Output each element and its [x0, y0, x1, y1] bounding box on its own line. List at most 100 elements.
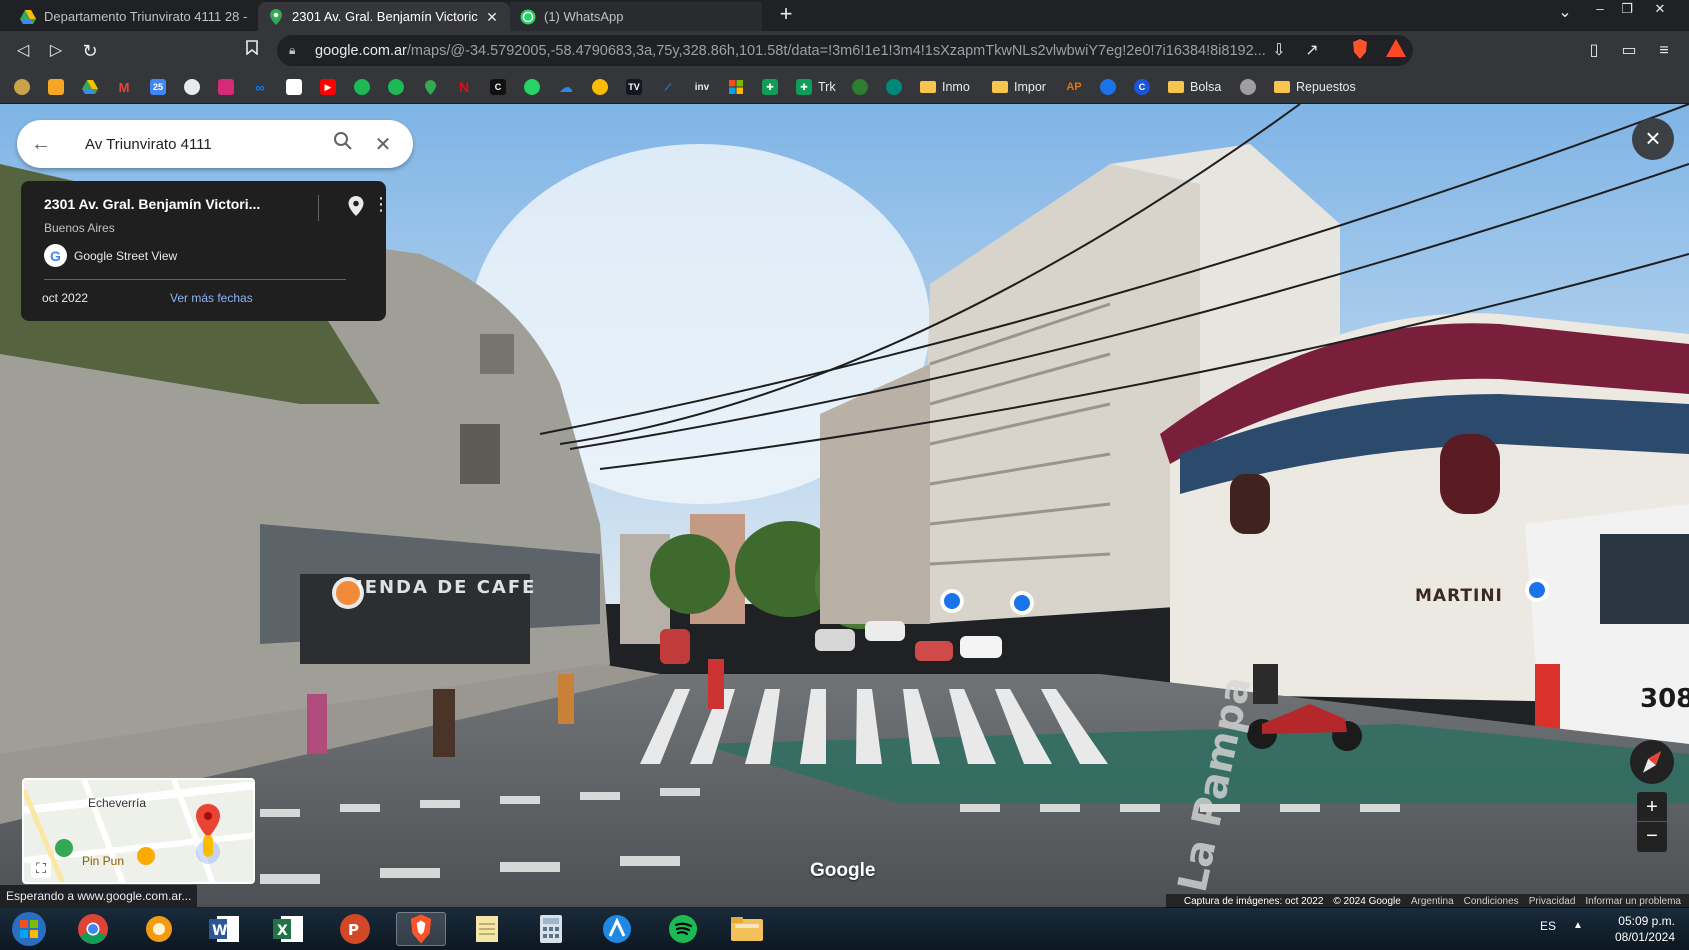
clear-search-icon[interactable]: ✕	[363, 132, 403, 157]
restore-icon[interactable]: ❐	[1612, 0, 1642, 18]
place-marker[interactable]	[940, 589, 964, 613]
taskbar-notepad[interactable]	[462, 912, 512, 946]
report-problem-link[interactable]: Informar un problema	[1585, 896, 1681, 907]
privacy-link[interactable]: Privacidad	[1529, 896, 1576, 907]
google-maps-icon	[268, 8, 284, 25]
folder-inmo[interactable]: Inmo	[920, 78, 970, 96]
location-title: 2301 Av. Gral. Benjamín Victori...	[44, 196, 261, 212]
tab-departamento[interactable]: Departamento Triunvirato 4111 28 - G	[10, 2, 258, 31]
bookmark-youtube[interactable]: ▶	[320, 78, 336, 96]
bookmark-tradingview[interactable]: TV	[626, 78, 642, 96]
bookmark-whatsapp[interactable]	[524, 78, 540, 96]
folder-repuestos[interactable]: Repuestos	[1274, 78, 1356, 96]
bookmark-inv[interactable]: inv	[694, 78, 710, 96]
tab-search-chevron-icon[interactable]: ⌄	[1550, 4, 1580, 22]
start-button[interactable]	[4, 912, 54, 946]
taskbar-explorer[interactable]	[722, 912, 772, 946]
more-dates-link[interactable]: Ver más fechas	[170, 291, 253, 305]
map-pin-icon[interactable]	[348, 196, 366, 218]
lock-place-marker[interactable]	[1010, 591, 1034, 615]
bookmark-c[interactable]: C	[490, 78, 506, 96]
bookmark-photos[interactable]	[286, 78, 302, 96]
taskbar-brave[interactable]	[396, 912, 446, 946]
brave-rewards-icon[interactable]	[1384, 39, 1408, 63]
forward-icon[interactable]: ▷	[44, 39, 68, 63]
search-box[interactable]: ← Av Triunvirato 4111 ✕	[17, 120, 413, 168]
back-icon[interactable]: ◁	[11, 39, 35, 63]
bookmark-label: Inmo	[942, 80, 970, 94]
taskbar-chrome[interactable]	[68, 912, 118, 946]
bookmark-2[interactable]	[48, 78, 64, 96]
bookmark-netflix[interactable]: N	[456, 78, 472, 96]
zoom-out-button[interactable]: −	[1637, 822, 1667, 852]
bookmark-1[interactable]	[14, 78, 30, 96]
bookmark-spotify[interactable]	[388, 78, 404, 96]
app-icon: C	[1134, 79, 1150, 95]
close-tab-icon[interactable]: ✕	[484, 9, 500, 25]
taskbar-excel[interactable]: X	[264, 912, 314, 946]
share-icon[interactable]: ↗	[1300, 39, 1324, 63]
show-hidden-icons-icon[interactable]: ▲	[1573, 920, 1583, 931]
bookmark-pinwheel[interactable]	[592, 78, 608, 96]
expand-map-icon[interactable]: ⛶	[31, 858, 51, 878]
bookmark-onedrive[interactable]: ☁	[558, 78, 574, 96]
close-street-view-button[interactable]: ×	[1632, 118, 1674, 160]
taskbar-app-orange[interactable]	[134, 912, 184, 946]
bookmark-drive[interactable]	[82, 78, 98, 96]
bookmark-c-blue[interactable]: C	[1134, 78, 1150, 96]
bookmark-trk[interactable]: ✚ Trk	[796, 78, 836, 96]
sheets-icon: ✚	[762, 79, 778, 95]
new-tab-button[interactable]: +	[774, 3, 798, 27]
taskbar-calculator[interactable]	[526, 912, 576, 946]
menu-icon[interactable]: ≡	[1652, 39, 1676, 63]
install-app-icon[interactable]: ⇩	[1267, 39, 1291, 63]
taskbar-spotify[interactable]	[658, 912, 708, 946]
microsoft-icon	[728, 79, 744, 95]
bookmark-globe[interactable]	[184, 78, 200, 96]
zoom-in-button[interactable]: +	[1637, 792, 1667, 822]
bookmark-maps[interactable]	[422, 78, 438, 96]
sidebar-icon[interactable]: ▯	[1582, 39, 1606, 63]
bookmark-ap[interactable]: AP	[1066, 78, 1082, 96]
tab-whatsapp[interactable]: (1) WhatsApp	[510, 2, 762, 31]
country-link[interactable]: Argentina	[1411, 896, 1454, 907]
taskbar-powerpoint[interactable]: P	[330, 912, 380, 946]
bookmark-gmail[interactable]: M	[116, 78, 132, 96]
bookmark-meta[interactable]: ∞	[252, 78, 268, 96]
compass-control[interactable]	[1630, 740, 1674, 784]
bookmark-calendar[interactable]: 25	[150, 78, 166, 96]
back-arrow-icon[interactable]: ←	[17, 133, 65, 156]
bookmark-instagram[interactable]	[218, 78, 234, 96]
folder-impor[interactable]: Impor	[992, 78, 1046, 96]
search-icon[interactable]	[323, 131, 363, 157]
brave-shields-icon[interactable]	[1348, 39, 1372, 63]
url-path: /maps/@-34.5792005,-58.4790683,3a,75y,32…	[406, 42, 1266, 59]
bookmark-circle-green[interactable]	[354, 78, 370, 96]
tab-street-view[interactable]: 2301 Av. Gral. Benjamín Victorica ✕	[258, 2, 510, 31]
bookmark-green-circle[interactable]	[852, 78, 868, 96]
gear-icon	[146, 916, 172, 942]
terms-link[interactable]: Condiciones	[1464, 896, 1519, 907]
address-bar[interactable]: 🔒︎ google.com.ar /maps/@-34.5792005,-58.…	[277, 35, 1413, 66]
system-clock[interactable]: 05:09 p.m. 08/01/2024	[1615, 913, 1675, 945]
language-indicator[interactable]: ES	[1540, 919, 1556, 933]
coffee-shop-marker[interactable]	[332, 577, 364, 609]
bookmark-microsoft[interactable]	[728, 78, 744, 96]
reload-icon[interactable]: ↻	[78, 39, 102, 63]
taskbar-app-blue[interactable]	[592, 912, 642, 946]
place-marker[interactable]	[1525, 578, 1549, 602]
bookmark-teal-circle[interactable]	[886, 78, 902, 96]
bookmark-sheets[interactable]: ✚	[762, 78, 778, 96]
bookmark-icon[interactable]	[240, 39, 264, 63]
mini-map[interactable]: Echeverría Pin Pun ⛶	[22, 778, 255, 884]
bookmark-gray-circle[interactable]	[1240, 78, 1256, 96]
search-input[interactable]: Av Triunvirato 4111	[65, 136, 323, 153]
wallet-icon[interactable]: ▭	[1617, 39, 1641, 63]
folder-bolsa[interactable]: Bolsa	[1168, 78, 1221, 96]
close-window-icon[interactable]: ✕	[1645, 0, 1675, 18]
taskbar-word[interactable]: W	[200, 912, 250, 946]
minimize-icon[interactable]: –	[1585, 0, 1615, 18]
bookmark-chart[interactable]: ⟋	[660, 78, 676, 96]
bookmark-blue-circle[interactable]	[1100, 78, 1116, 96]
more-options-icon[interactable]: ⋮	[372, 195, 390, 213]
